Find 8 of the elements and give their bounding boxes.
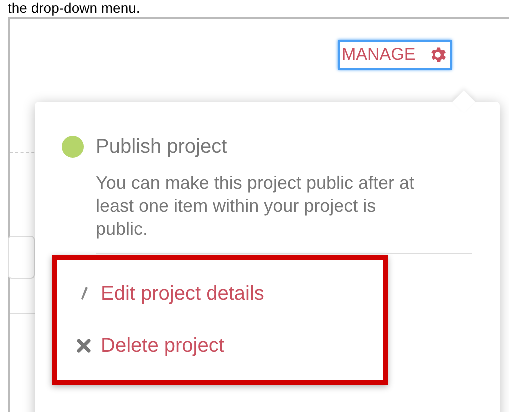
menu-item-link[interactable]: Delete project: [57, 320, 383, 372]
publish-description: You can make this project public after at least one item within your project is public.: [96, 172, 416, 241]
close-icon: [77, 339, 91, 353]
pencil-icon: [79, 286, 89, 302]
caption: the drop-down menu.: [7, 0, 140, 17]
menu-item-link[interactable]: Edit project details: [57, 268, 383, 320]
manage-button[interactable]: MANAGE: [338, 40, 452, 70]
publish-project-title: Publish project: [96, 135, 228, 160]
